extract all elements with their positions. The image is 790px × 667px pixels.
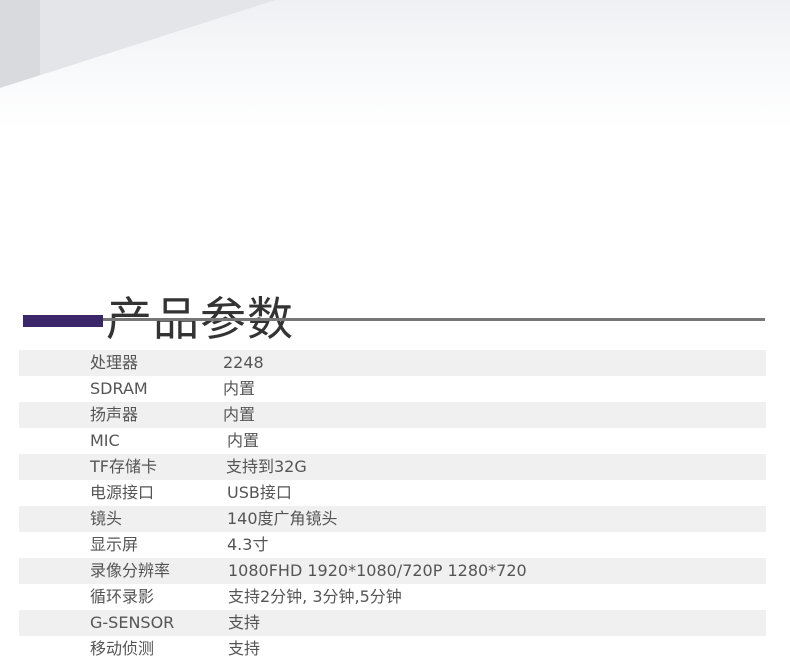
title-accent-bar [23,315,103,327]
spec-row: SDRAM 内置 [19,376,766,402]
spec-value: 支持2分钟, 3分钟,5分钟 [228,587,402,606]
spec-label: 录像分辨率 [90,561,171,580]
spec-row: 镜头 140度广角镜头 [19,506,766,532]
spec-row: 移动侦测 支持 [19,636,766,662]
spec-row: 扬声器 内置 [19,402,766,428]
spec-label: MIC [90,431,120,450]
spec-row: G-SENSOR 支持 [19,610,766,636]
spec-value: 1080FHD 1920*1080/720P 1280*720 [228,561,527,580]
spec-row: 显示屏 4.3寸 [19,532,766,558]
spec-label: 显示屏 [90,535,139,554]
spec-value: 2248 [223,353,264,372]
spec-value: 内置 [223,405,256,424]
decorative-shape [0,0,275,88]
spec-label: 扬声器 [90,405,139,424]
spec-label: SDRAM [90,379,148,398]
title-underline [23,318,765,321]
spec-label: 处理器 [90,353,139,372]
spec-row: TF存储卡 支持到32G [19,454,766,480]
spec-label: 移动侦测 [90,639,155,658]
spec-row: MIC 内置 [19,428,766,454]
spec-label: TF存储卡 [90,457,157,476]
spec-value: USB接口 [227,483,292,502]
spec-value: 4.3寸 [227,535,269,554]
spec-label: 循环录影 [90,587,155,606]
spec-table: 处理器 2248 SDRAM 内置 扬声器 内置 MIC 内置 TF存储卡 支持… [19,350,766,662]
spec-label: 电源接口 [90,483,155,502]
spec-label: G-SENSOR [90,613,175,632]
spec-value: 支持 [228,613,261,632]
spec-row: 电源接口 USB接口 [19,480,766,506]
spec-value: 140度广角镜头 [227,509,338,528]
spec-row: 处理器 2248 [19,350,766,376]
spec-value: 支持 [228,639,261,658]
header-decoration [0,0,790,130]
spec-value: 内置 [223,379,256,398]
spec-value: 内置 [227,431,260,450]
spec-value: 支持到32G [226,457,307,476]
spec-label: 镜头 [90,509,123,528]
spec-row: 录像分辨率 1080FHD 1920*1080/720P 1280*720 [19,558,766,584]
spec-row: 循环录影 支持2分钟, 3分钟,5分钟 [19,584,766,610]
